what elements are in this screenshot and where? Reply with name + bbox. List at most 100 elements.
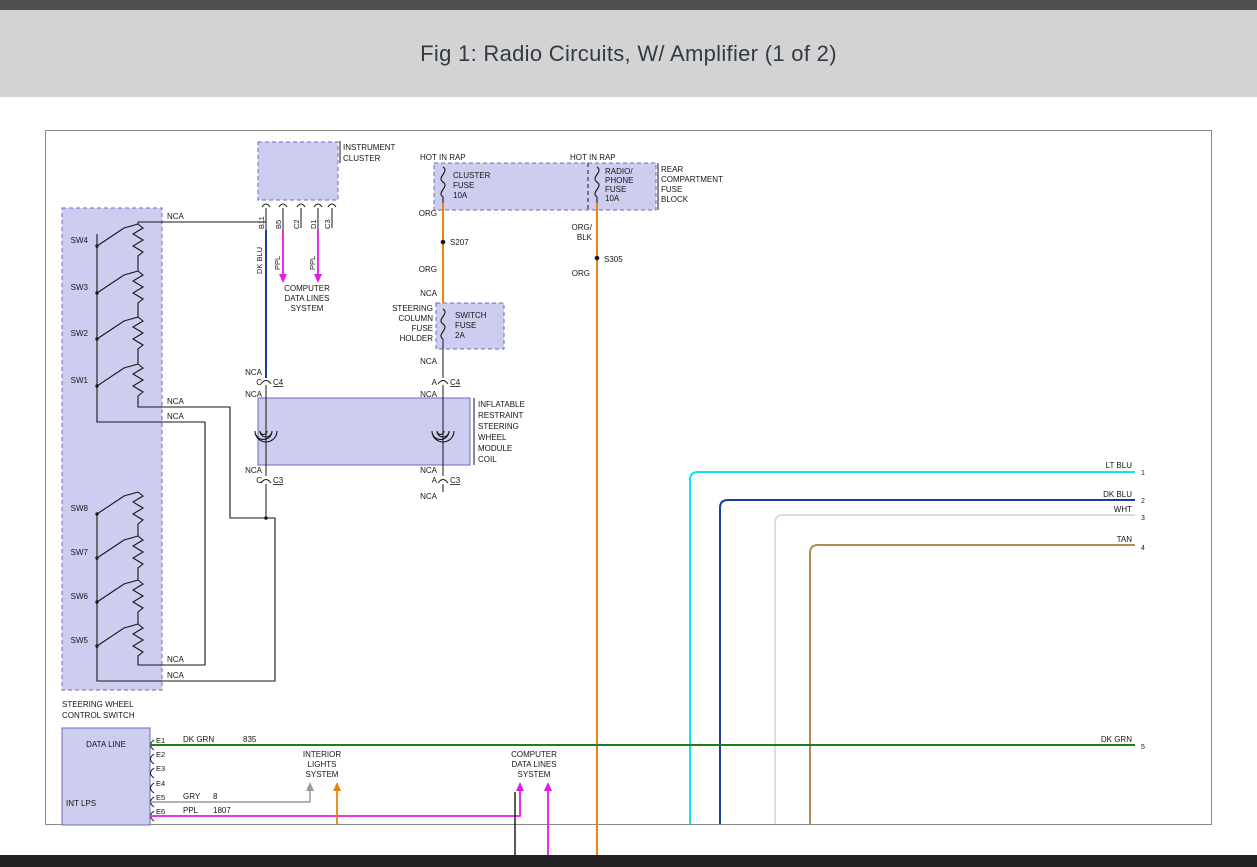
pin-label: E5 — [156, 793, 165, 802]
connector-c3-label: C3 — [273, 476, 284, 485]
pin-letter: C — [256, 378, 262, 387]
system-label: SYSTEM — [518, 770, 551, 779]
label-dk-grn: DK GRN — [1101, 735, 1132, 744]
pin-label: E2 — [156, 750, 165, 759]
system-label: DATA LINES — [284, 294, 329, 303]
label-lt-blu: LT BLU — [1106, 461, 1133, 470]
window-bottom-strip — [0, 855, 1257, 867]
wiring-diagram-canvas[interactable]: INSTRUMENT CLUSTER REAR COMPARTMENT FUSE… — [0, 0, 1257, 867]
int-lps-label: INT LPS — [66, 799, 96, 808]
label-wht: WHT — [1114, 505, 1132, 514]
splice-s305-dot — [595, 256, 600, 261]
label-nca: NCA — [167, 212, 185, 221]
switch-label: SW4 — [71, 236, 89, 245]
connector-c4-label: C4 — [273, 378, 284, 387]
label-nca: NCA — [420, 357, 438, 366]
splice-s207-dot — [441, 240, 446, 245]
coil-module-label: RESTRAINT — [478, 411, 523, 420]
cluster-fuse-label: FUSE — [453, 181, 474, 190]
pin-label: E1 — [156, 736, 165, 745]
label-nca: NCA — [245, 466, 263, 475]
label-gry: GRY — [183, 792, 201, 801]
coil-module-label: WHEEL — [478, 433, 507, 442]
switch-fuse-label: FUSE — [455, 321, 476, 330]
switch-label: SW6 — [71, 592, 89, 601]
radio-fuse-label: 10A — [605, 194, 620, 203]
switch-label: SW7 — [71, 548, 89, 557]
steering-switch-name: CONTROL SWITCH — [62, 711, 135, 720]
system-label: SYSTEM — [291, 304, 324, 313]
terminal-number: 2 — [1141, 498, 1145, 505]
system-label: INTERIOR — [303, 750, 341, 759]
label-tan: TAN — [1117, 535, 1133, 544]
pin-label: E6 — [156, 807, 165, 816]
coil-module-label: MODULE — [478, 444, 512, 453]
system-label: COMPUTER — [284, 284, 330, 293]
fuse-holder-label: STEERING — [392, 304, 433, 313]
label-nca: NCA — [167, 655, 185, 664]
fuse-holder-label: FUSE — [412, 324, 433, 333]
pin-label: C2 — [292, 219, 301, 229]
splice-s207-label: S207 — [450, 238, 469, 247]
splice-s305-label: S305 — [604, 255, 623, 264]
system-label: DATA LINES — [511, 760, 556, 769]
circuit-number: 835 — [243, 735, 257, 744]
terminal-number: 1 — [1141, 470, 1145, 477]
cluster-fuse-label: CLUSTER — [453, 171, 491, 180]
label-nca: NCA — [167, 671, 185, 680]
radio-fuse-label: RADIO/ — [605, 167, 633, 176]
coil-module-label: COIL — [478, 455, 497, 464]
switch-label: SW1 — [71, 376, 89, 385]
data-line-module-name: DATA LINE — [86, 740, 126, 749]
switch-label: SW5 — [71, 636, 89, 645]
cluster-fuse-label: 10A — [453, 191, 468, 200]
terminal-number: 3 — [1141, 515, 1145, 522]
wire-color-label: PPL — [273, 256, 282, 270]
connector-c4-label: C4 — [450, 378, 461, 387]
radio-fuse-label: FUSE — [605, 185, 626, 194]
label-ppl: PPL — [183, 806, 199, 815]
fuse-block-label: REAR — [661, 165, 683, 174]
instrument-cluster-label: CLUSTER — [343, 154, 381, 163]
label-nca: NCA — [420, 289, 438, 298]
pin-label: C3 — [323, 219, 332, 229]
pin-letter: A — [432, 378, 438, 387]
label-nca: NCA — [245, 368, 263, 377]
pin-label: D1 — [309, 219, 318, 229]
system-label: LIGHTS — [308, 760, 337, 769]
hot-in-rap-label: HOT IN RAP — [420, 153, 466, 162]
label-nca: NCA — [245, 390, 263, 399]
system-label: SYSTEM — [306, 770, 339, 779]
diagram-viewport[interactable] — [46, 131, 1212, 825]
circuit-number: 8 — [213, 792, 218, 801]
switch-label: SW3 — [71, 283, 89, 292]
steering-switch-name: STEERING WHEEL — [62, 700, 134, 709]
label-nca: NCA — [167, 397, 185, 406]
wire-color-label: PPL — [308, 256, 317, 270]
label-nca: NCA — [420, 492, 438, 501]
label-org: ORG — [419, 265, 437, 274]
switch-label: SW2 — [71, 329, 89, 338]
coil-module-label: INFLATABLE — [478, 400, 525, 409]
pin-label: B11 — [257, 216, 266, 229]
label-org-blk: ORG/ — [572, 223, 593, 232]
steering-wheel-control-switch-box: SW4 SW3 SW2 SW1 SW8 SW7 SW6 SW5 STEERING… — [62, 208, 162, 720]
switch-fuse-label: 2A — [455, 331, 465, 340]
label-org-blk: BLK — [577, 233, 593, 242]
circuit-number: 1807 — [213, 806, 231, 815]
data-line-module-box: DATA LINE INT LPS E1 E2 E3 E4 E5 E6 — [62, 728, 165, 825]
fuse-holder-label: COLUMN — [398, 314, 433, 323]
fuse-holder-label: HOLDER — [400, 334, 434, 343]
pin-letter: A — [432, 476, 438, 485]
fuse-block-label: COMPARTMENT — [661, 175, 723, 184]
pin-letter: C — [256, 476, 262, 485]
label-dk-blu: DK BLU — [1103, 490, 1132, 499]
instrument-cluster-label: INSTRUMENT — [343, 143, 396, 152]
coil-module-label: STEERING — [478, 422, 519, 431]
label-nca: NCA — [420, 390, 438, 399]
connector-c3-label: C3 — [450, 476, 461, 485]
switch-fuse-label: SWITCH — [455, 311, 487, 320]
label-org: ORG — [572, 269, 590, 278]
wire-color-label: DK BLU — [255, 247, 264, 274]
pin-label: E4 — [156, 779, 165, 788]
